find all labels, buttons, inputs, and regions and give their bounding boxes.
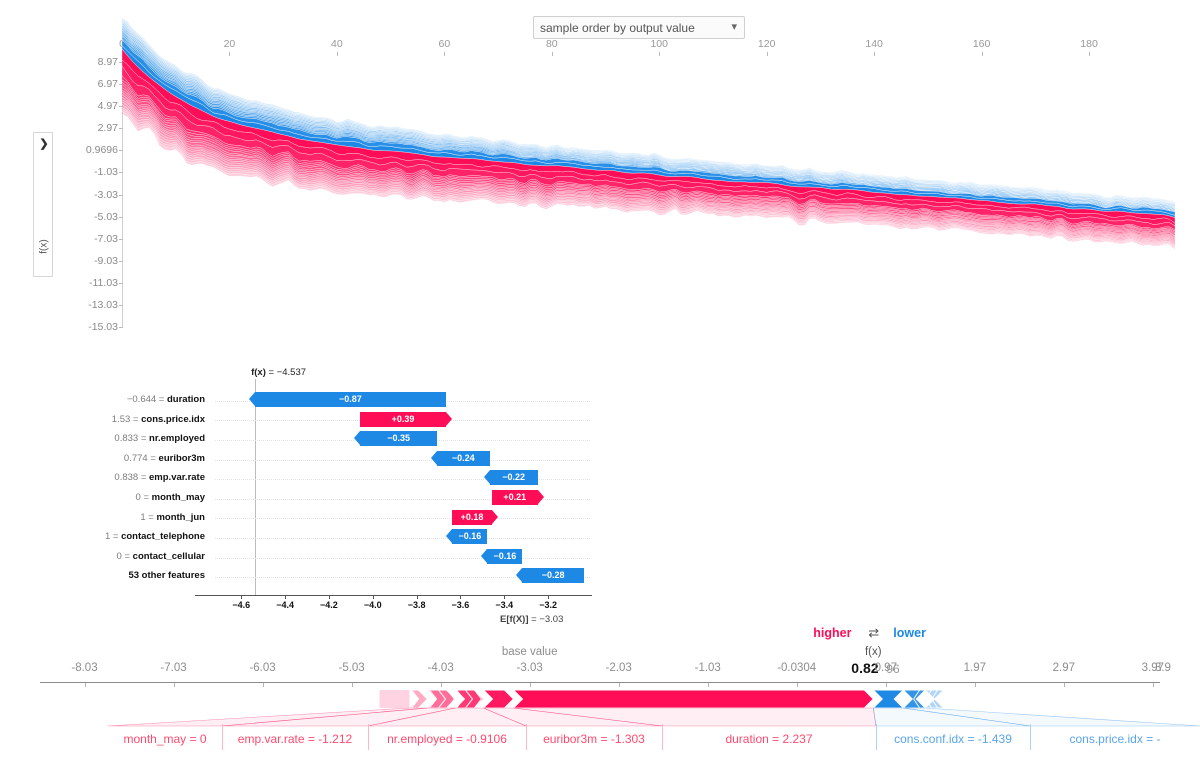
waterfall-arrow-left-icon [483, 470, 490, 485]
collective-force-stream [121, 17, 1176, 251]
waterfall-row-label: 0 = contact_cellular [116, 550, 205, 562]
waterfall-arrow-left-icon [446, 529, 453, 544]
force-label-divider [526, 724, 527, 750]
waterfall-bar: +0.18 [452, 509, 492, 525]
force-higher-label: higher [813, 626, 852, 640]
force-feature-label: nr.employed = -0.9106 [387, 732, 507, 746]
force-label-divider [1030, 724, 1031, 750]
waterfall-xaxis [195, 595, 592, 596]
waterfall-row-label: 0.833 = nr.employed [114, 433, 205, 445]
waterfall-plot: f(x) = −4.537 −0.644 = duration −0.87 1.53… [0, 355, 610, 625]
force-feature-label: emp.var.rate = -1.212 [237, 732, 353, 746]
waterfall-baseline [255, 379, 257, 595]
force-lower-label: lower [893, 626, 926, 640]
waterfall-bar: −0.22 [489, 470, 538, 486]
waterfall-bar: −0.16 [452, 529, 488, 545]
force-basevalue-label: base value [501, 646, 558, 658]
force-xtick-partial-right: 3.9 [1154, 662, 1171, 674]
waterfall-row-label: −0.644 = duration [126, 394, 205, 405]
single-force-plot: base value higher ⇄ lower f(x) 0.82 96 -… [0, 620, 1200, 758]
waterfall-bar: −0.16 [487, 548, 523, 564]
waterfall-bar: +0.39 [360, 411, 446, 427]
waterfall-row-label: 0.838 = emp.var.rate [114, 472, 205, 484]
waterfall-arrow-right-icon [445, 411, 452, 426]
waterfall-bar: −0.28 [522, 568, 584, 584]
waterfall-arrow-left-icon [481, 548, 488, 563]
force-label-divider [222, 724, 223, 750]
shap-dashboard: sample order by similaritysample order b… [0, 0, 1200, 758]
force-label-divider [876, 724, 877, 750]
waterfall-arrow-left-icon [516, 568, 523, 583]
waterfall-arrow-left-icon [249, 392, 256, 406]
force-feature-label: duration = 2.237 [725, 732, 813, 746]
waterfall-arrow-right-icon [491, 509, 498, 524]
waterfall-row-label: 53 other features [128, 570, 205, 582]
force-feature-label: euribor3m = -1.303 [543, 732, 645, 746]
force-label-divider [662, 724, 663, 750]
waterfall-output-label: f(x) = −4.537 [251, 367, 307, 378]
waterfall-row-label: 1.53 = cons.price.idx [111, 413, 205, 425]
waterfall-row-label: 1 = contact_telephone [104, 531, 205, 543]
waterfall-row-label: 0.774 = euribor3m [123, 452, 205, 464]
collective-force-plot: sample order by similaritysample order b… [0, 0, 1200, 350]
force-fx-label: f(x) [864, 646, 882, 658]
waterfall-bar: +0.21 [491, 490, 538, 505]
waterfall-row-label: 0 = month_may [135, 492, 205, 503]
force-feature-label: cons.conf.idx = -1.439 [894, 732, 1012, 746]
force-label-divider [368, 724, 369, 750]
swap-arrows-icon: ⇄ [868, 625, 880, 640]
waterfall-row-label: 1 = month_jun [140, 511, 205, 523]
waterfall-arrow-left-icon [354, 431, 361, 446]
waterfall-arrow-left-icon [430, 450, 437, 465]
force-feature-label: month_may = 0 [123, 732, 207, 746]
force-xtick-partial-left: 3 [0, 662, 36, 674]
force-feature-label: cons.price.idx = - [1069, 732, 1161, 746]
waterfall-arrow-right-icon [537, 490, 544, 504]
waterfall-bar: −0.87 [255, 392, 446, 407]
waterfall-bar: −0.24 [436, 450, 490, 466]
shap-heatmap: f(x) durationnr.employedeuribor3mmonth_j… [610, 355, 1200, 615]
waterfall-bar: −0.35 [360, 431, 437, 447]
